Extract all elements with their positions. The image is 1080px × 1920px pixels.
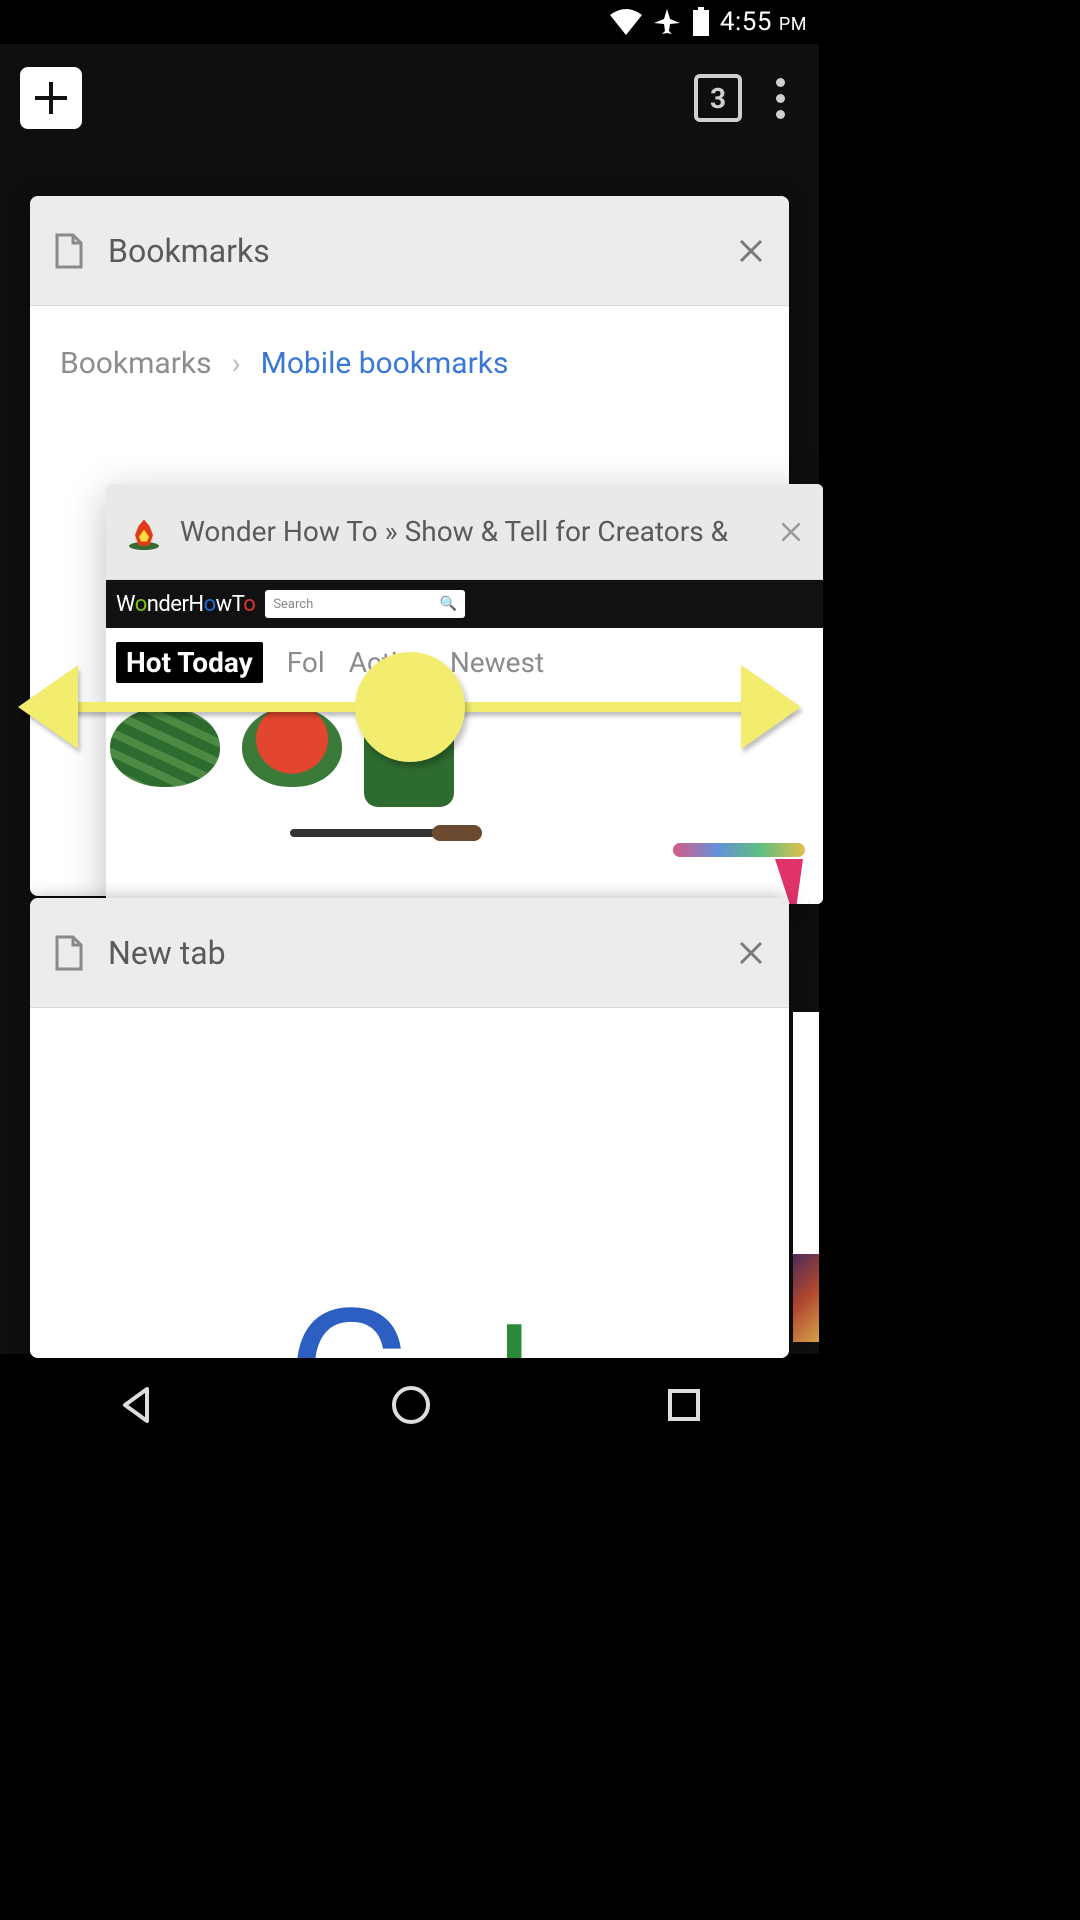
recents-button[interactable]: [664, 1385, 704, 1425]
partial-tab-edge: [793, 1012, 819, 1342]
thumbnail-watermelon-cut: [242, 707, 342, 787]
thumbnail-cake: [669, 849, 809, 904]
nav-hot-today[interactable]: Hot Today: [116, 642, 263, 683]
breadcrumb-current[interactable]: Mobile bookmarks: [261, 346, 509, 381]
tab-header: Bookmarks: [30, 196, 789, 306]
home-button[interactable]: [389, 1383, 433, 1427]
tab-card-new-tab[interactable]: New tab Gl: [30, 898, 789, 1358]
wifi-icon: [610, 9, 642, 35]
status-time: 4:55 PM: [720, 7, 807, 37]
nav-newest[interactable]: Newest: [450, 646, 544, 679]
page-icon: [54, 935, 84, 971]
tab-preview: WonderHowTo Search 🔍 Hot Today Fol Activ…: [106, 580, 823, 904]
dot-icon: [776, 110, 785, 119]
nav-following[interactable]: Fol: [287, 646, 325, 679]
tab-title: New tab: [108, 934, 713, 972]
thumbnail-watermelon: [110, 707, 220, 787]
tab-title: Bookmarks: [108, 232, 713, 270]
dot-icon: [776, 78, 785, 87]
page-icon: [54, 233, 84, 269]
airplane-icon: [652, 7, 682, 37]
battery-icon: [692, 7, 710, 37]
breadcrumb-root[interactable]: Bookmarks: [60, 346, 212, 381]
tab-switcher[interactable]: Bookmarks Bookmarks › Mobile bookmarks W…: [0, 152, 819, 1354]
browser-toolbar: 3: [0, 44, 819, 152]
new-tab-button[interactable]: [20, 67, 82, 129]
search-icon: 🔍: [440, 596, 457, 612]
site-nav: Hot Today Fol Active Newest: [106, 628, 823, 697]
tab-header: Wonder How To » Show & Tell for Creators…: [106, 484, 823, 580]
tab-title: Wonder How To » Show & Tell for Creators…: [180, 515, 761, 548]
thumbnail-watermelon-cup: [364, 707, 454, 807]
overflow-menu-button[interactable]: [762, 78, 799, 119]
search-input[interactable]: Search 🔍: [265, 590, 465, 618]
tab-count-button[interactable]: 3: [694, 74, 742, 122]
close-tab-button[interactable]: [737, 939, 765, 967]
close-tab-button[interactable]: [737, 237, 765, 265]
breadcrumb: Bookmarks › Mobile bookmarks: [60, 346, 759, 381]
chevron-right-icon: ›: [232, 346, 241, 381]
close-tab-button[interactable]: [779, 520, 803, 544]
system-nav-bar: [0, 1354, 819, 1456]
site-logo: WonderHowTo: [116, 592, 255, 617]
nav-active[interactable]: Active: [349, 646, 426, 679]
tab-card-wonderhowto[interactable]: Wonder How To » Show & Tell for Creators…: [106, 484, 823, 904]
search-placeholder: Search: [273, 597, 313, 612]
plus-icon: [31, 78, 71, 118]
thumbnail-knife: [290, 829, 480, 837]
content-thumbnails: [106, 697, 823, 904]
tab-header: New tab: [30, 898, 789, 1008]
back-button[interactable]: [115, 1383, 159, 1427]
dot-icon: [776, 94, 785, 103]
google-logo-partial: Gl: [285, 1269, 533, 1358]
favicon-flame-icon: [126, 514, 162, 550]
tab-preview: Gl: [30, 1008, 789, 1358]
status-bar: 4:55 PM: [0, 0, 819, 44]
site-header: WonderHowTo Search 🔍: [106, 580, 823, 628]
tab-preview: Bookmarks › Mobile bookmarks: [30, 306, 789, 421]
